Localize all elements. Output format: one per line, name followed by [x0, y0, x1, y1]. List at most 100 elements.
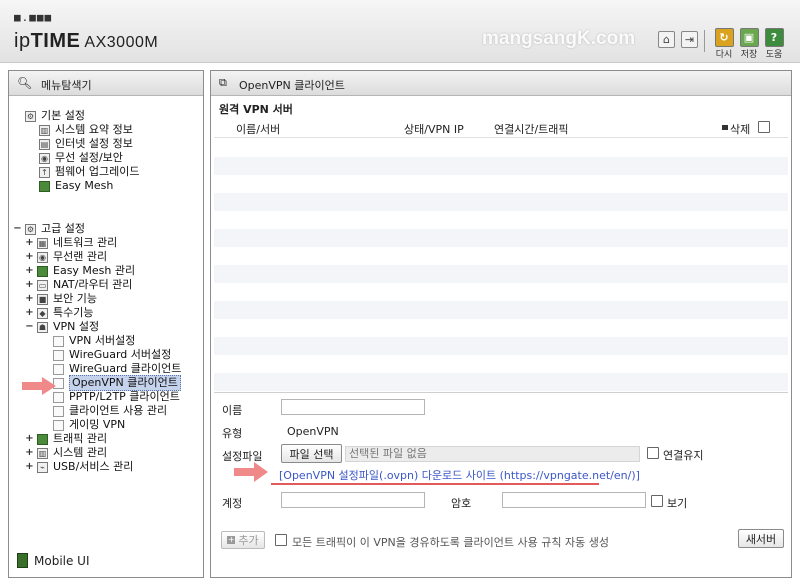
- help-icon: ?: [764, 28, 784, 47]
- header: ■.■■■ ipTIME AX3000M mangsangK.com ⌂ ⇥ ↻…: [0, 0, 800, 63]
- collapse-icon[interactable]: −: [25, 320, 34, 334]
- tree-item-wireguard-server[interactable]: WireGuard 서버설정: [53, 348, 171, 362]
- section-title: 원격 VPN 서버: [219, 103, 293, 116]
- expand-icon[interactable]: +: [25, 250, 34, 264]
- tree-item-openvpn-client[interactable]: OpenVPN 클라이언트: [53, 375, 181, 391]
- reload-icon: ↻: [714, 28, 734, 47]
- select-all-checkbox[interactable]: [758, 121, 770, 133]
- ovpn-download-link[interactable]: [OpenVPN 설정파일(.ovpn) 다운로드 사이트 (https://v…: [279, 467, 640, 483]
- tree-item-traffic[interactable]: + 트래픽 관리: [25, 432, 107, 446]
- name-label: 이름: [222, 404, 243, 417]
- expand-icon[interactable]: +: [25, 460, 34, 474]
- tree-item-wireless-security[interactable]: ◉ 무선 설정/보안: [39, 151, 123, 165]
- tree-item-security[interactable]: + ■ 보안 기능: [25, 292, 97, 306]
- reload-button[interactable]: ↻ 다시: [712, 28, 736, 60]
- upgrade-icon: ↑: [39, 166, 50, 178]
- tree-item-wireless[interactable]: + ◉ 무선랜 관리: [25, 250, 107, 264]
- show-password-checkbox[interactable]: [651, 495, 663, 507]
- type-label: 유형: [222, 427, 243, 440]
- save-icon: ▣: [739, 28, 759, 47]
- expand-icon[interactable]: +: [25, 446, 34, 460]
- plus-icon: +: [227, 535, 236, 544]
- brand-model: AX3000M: [80, 34, 159, 51]
- tree-item-easy-mesh-admin[interactable]: + Easy Mesh 관리: [25, 264, 135, 278]
- mobile-ui-link[interactable]: Mobile UI: [17, 553, 90, 568]
- tree-label: 인터넷 설정 정보: [55, 137, 133, 150]
- keep-alive-label: 연결유지: [663, 449, 704, 462]
- home-icon[interactable]: ⌂: [658, 31, 675, 48]
- tree-label: 고급 설정: [41, 222, 85, 235]
- expand-icon[interactable]: +: [25, 278, 34, 292]
- tree-item-network[interactable]: + ▦ 네트워크 관리: [25, 236, 117, 250]
- expand-icon[interactable]: +: [25, 292, 34, 306]
- table-row: [214, 265, 788, 283]
- logout-icon[interactable]: ⇥: [681, 31, 698, 48]
- password-input[interactable]: [502, 492, 646, 508]
- collapse-icon[interactable]: −: [13, 222, 22, 236]
- link-underline: [271, 483, 599, 485]
- new-server-button[interactable]: 새서버: [738, 529, 784, 548]
- brand-time: TIME: [30, 30, 81, 52]
- table-header: 이름/서버 상태/VPN IP 연결시간/트래픽 삭제: [214, 117, 788, 138]
- tree-item-special[interactable]: + ◆ 특수기능: [25, 306, 93, 320]
- tree-item-nat-router[interactable]: + ▭ NAT/라우터 관리: [25, 278, 132, 292]
- tree-basic-settings[interactable]: ⚙ 기본 설정: [25, 109, 85, 123]
- tree-item-internet-info[interactable]: ▤ 인터넷 설정 정보: [39, 137, 133, 151]
- tree-item-easy-mesh[interactable]: Easy Mesh: [39, 179, 113, 193]
- tree-label: WireGuard 클라이언트: [69, 362, 182, 375]
- tree-label: USB/서비스 관리: [53, 460, 134, 473]
- all-traffic-checkbox[interactable]: [275, 534, 287, 546]
- folder-settings-icon: ⚙: [25, 223, 36, 235]
- account-label: 계정: [222, 497, 243, 510]
- sidebar: 🔍︎ 메뉴탐색기 ⚙ 기본 설정 ▥ 시스템 요약 정보 ▤ 인터넷 설정 정보 ◉ 무…: [8, 70, 204, 578]
- tree-item-firmware-upgrade[interactable]: ↑ 펌웨어 업그레이드: [39, 165, 139, 179]
- tree-label: 게이밍 VPN: [69, 418, 126, 431]
- tree-label: 네트워크 관리: [53, 236, 118, 249]
- expand-icon[interactable]: +: [25, 236, 34, 250]
- chart-icon: ▥: [39, 124, 50, 136]
- logo-dots: ■.■■■: [14, 11, 53, 24]
- save-label: 저장: [740, 50, 758, 60]
- delete-icon: [722, 125, 728, 130]
- tree-label: WireGuard 서버설정: [69, 348, 172, 361]
- expand-icon[interactable]: +: [25, 306, 34, 320]
- table-row: [214, 157, 788, 175]
- tree-item-usb-service[interactable]: + ⌁ USB/서비스 관리: [25, 460, 133, 474]
- wifi-icon: ◉: [39, 152, 50, 164]
- mobile-ui-label: Mobile UI: [34, 553, 90, 568]
- watermark: mangsangK.com: [482, 28, 636, 49]
- table-row: [214, 283, 788, 301]
- keep-alive-checkbox[interactable]: [647, 447, 659, 459]
- tree-advanced-settings[interactable]: − ⚙ 고급 설정: [13, 222, 85, 236]
- tree-item-system-summary[interactable]: ▥ 시스템 요약 정보: [39, 123, 133, 137]
- tree-label: Easy Mesh 관리: [53, 264, 136, 277]
- help-button[interactable]: ? 도움: [762, 28, 786, 60]
- tree-item-vpn-server[interactable]: VPN 서버설정: [53, 334, 135, 348]
- tree-vpn-settings[interactable]: − ☗ VPN 설정: [25, 320, 99, 334]
- magnifier-icon: 🔍︎: [17, 76, 33, 90]
- all-traffic-label: 모든 트래픽이 이 VPN을 경유하도록 클라이언트 사용 규칙 자동 생성: [292, 536, 609, 549]
- save-button[interactable]: ▣ 저장: [737, 28, 761, 60]
- table-row: [214, 355, 788, 373]
- tree-label: NAT/라우터 관리: [53, 278, 133, 291]
- tree-item-system[interactable]: + ▥ 시스템 관리: [25, 446, 107, 460]
- main-header: ⧉ OpenVPN 클라이언트: [211, 71, 791, 96]
- mesh-icon: [37, 265, 48, 277]
- tree-item-wireguard-client[interactable]: WireGuard 클라이언트: [53, 362, 181, 376]
- toolbar-divider: [704, 30, 705, 52]
- file-none-display: 선택된 파일 없음: [345, 446, 640, 462]
- expand-icon[interactable]: +: [25, 432, 34, 446]
- reload-label: 다시: [715, 50, 733, 60]
- tree-item-gaming-vpn[interactable]: 게이밍 VPN: [53, 418, 125, 432]
- tree-item-client-usage[interactable]: 클라이언트 사용 관리: [53, 404, 167, 418]
- tree-label: Easy Mesh: [55, 179, 114, 192]
- name-input[interactable]: [281, 399, 425, 415]
- file-select-button[interactable]: 파일 선택: [281, 444, 342, 463]
- document-icon: [53, 363, 64, 375]
- tree-item-pptp-l2tp-client[interactable]: PPTP/L2TP 클라이언트: [53, 390, 180, 404]
- tree-label: 펌웨어 업그레이드: [55, 165, 140, 178]
- folder-settings-icon: ⚙: [25, 110, 36, 122]
- add-button[interactable]: + 추가: [221, 531, 265, 549]
- expand-icon[interactable]: +: [25, 264, 34, 278]
- account-input[interactable]: [281, 492, 425, 508]
